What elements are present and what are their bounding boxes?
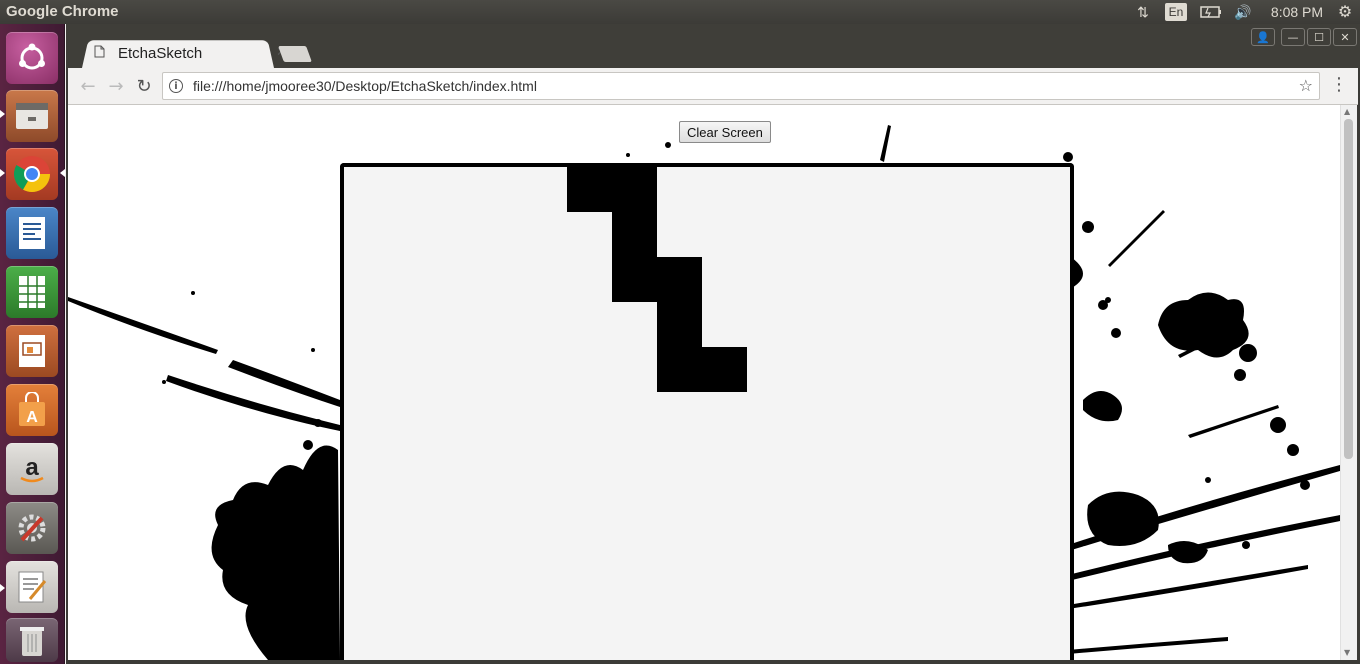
maximize-button[interactable]: ☐ — [1307, 28, 1331, 46]
running-indicator — [0, 584, 5, 592]
sketch-board[interactable] — [340, 163, 1074, 660]
focused-indicator — [60, 169, 65, 177]
back-arrow-icon[interactable]: ← — [76, 74, 100, 98]
impress-slide-icon[interactable] — [6, 325, 58, 377]
forward-arrow-icon[interactable]: → — [104, 74, 128, 98]
running-indicator — [0, 110, 5, 118]
network-icon[interactable]: ⇅ — [1132, 2, 1154, 22]
top-panel: Google Chrome ⇅ En 🔊 8:08 PM ⚙ — [0, 0, 1360, 24]
settings-wrench-icon[interactable] — [6, 502, 58, 554]
battery-icon[interactable] — [1198, 2, 1224, 22]
running-indicator — [0, 169, 5, 177]
menu-dots-icon[interactable]: ⋮ — [1330, 74, 1348, 95]
scroll-thumb[interactable] — [1344, 119, 1353, 459]
clear-screen-button[interactable]: Clear Screen — [679, 121, 771, 143]
tab-title: EtchaSketch — [118, 44, 203, 62]
sketch-cell-filled[interactable] — [702, 347, 747, 392]
address-bar[interactable]: i file:///home/jmooree30/Desktop/EtchaSk… — [162, 72, 1320, 100]
svg-text:A: A — [26, 409, 38, 426]
browser-window: EtchaSketch ✕ 👤 — ☐ ✕ ← → ↻ i file:///ho… — [66, 24, 1360, 664]
browser-toolbar: ← → ↻ i file:///home/jmooree30/Desktop/E… — [68, 68, 1358, 105]
sketch-cell-filled[interactable] — [567, 167, 612, 212]
page-viewport: Clear Screen — [68, 105, 1340, 660]
chrome-icon[interactable] — [6, 148, 58, 200]
app-title: Google Chrome — [6, 3, 119, 20]
sketch-cell-filled[interactable] — [612, 257, 657, 302]
amazon-icon[interactable]: a — [6, 443, 58, 495]
sketch-cell-filled[interactable] — [612, 167, 657, 212]
file-cabinet-icon[interactable] — [6, 90, 58, 142]
ubuntu-logo-icon[interactable] — [6, 32, 58, 84]
tab-etchasketch[interactable]: EtchaSketch ✕ — [90, 38, 287, 68]
shopping-bag-icon[interactable]: A — [6, 384, 58, 436]
scroll-down-arrow-icon[interactable]: ▼ — [1344, 648, 1350, 657]
reload-icon[interactable]: ↻ — [132, 74, 156, 98]
keyboard-language-icon[interactable]: En — [1165, 3, 1187, 21]
info-icon[interactable]: i — [169, 79, 183, 93]
writer-doc-icon[interactable] — [6, 207, 58, 259]
vertical-scrollbar[interactable]: ▲ ▼ — [1340, 105, 1357, 660]
volume-icon[interactable]: 🔊 — [1232, 2, 1254, 22]
scroll-up-arrow-icon[interactable]: ▲ — [1344, 107, 1350, 116]
sketch-cell-filled[interactable] — [657, 347, 702, 392]
svg-text:a: a — [25, 454, 39, 481]
profile-icon[interactable]: 👤 — [1251, 28, 1275, 46]
trash-icon[interactable] — [6, 618, 58, 662]
sketch-cell-filled[interactable] — [657, 257, 702, 302]
tab-strip: EtchaSketch ✕ 👤 — ☐ ✕ — [66, 24, 1360, 68]
sketch-cell-filled[interactable] — [612, 212, 657, 257]
clock[interactable]: 8:08 PM — [1266, 2, 1328, 22]
bookmark-star-icon[interactable]: ☆ — [1299, 76, 1313, 95]
minimize-button[interactable]: — — [1281, 28, 1305, 46]
launcher: A a — [0, 24, 65, 664]
sketch-cell-filled[interactable] — [657, 302, 702, 347]
url-text[interactable]: file:///home/jmooree30/Desktop/EtchaSket… — [193, 78, 537, 94]
close-window-button[interactable]: ✕ — [1333, 28, 1357, 46]
page-icon — [94, 45, 108, 61]
text-editor-icon[interactable] — [6, 561, 58, 613]
system-gear-icon[interactable]: ⚙ — [1334, 2, 1356, 22]
new-tab-button[interactable] — [278, 46, 312, 62]
calc-sheet-icon[interactable] — [6, 266, 58, 318]
